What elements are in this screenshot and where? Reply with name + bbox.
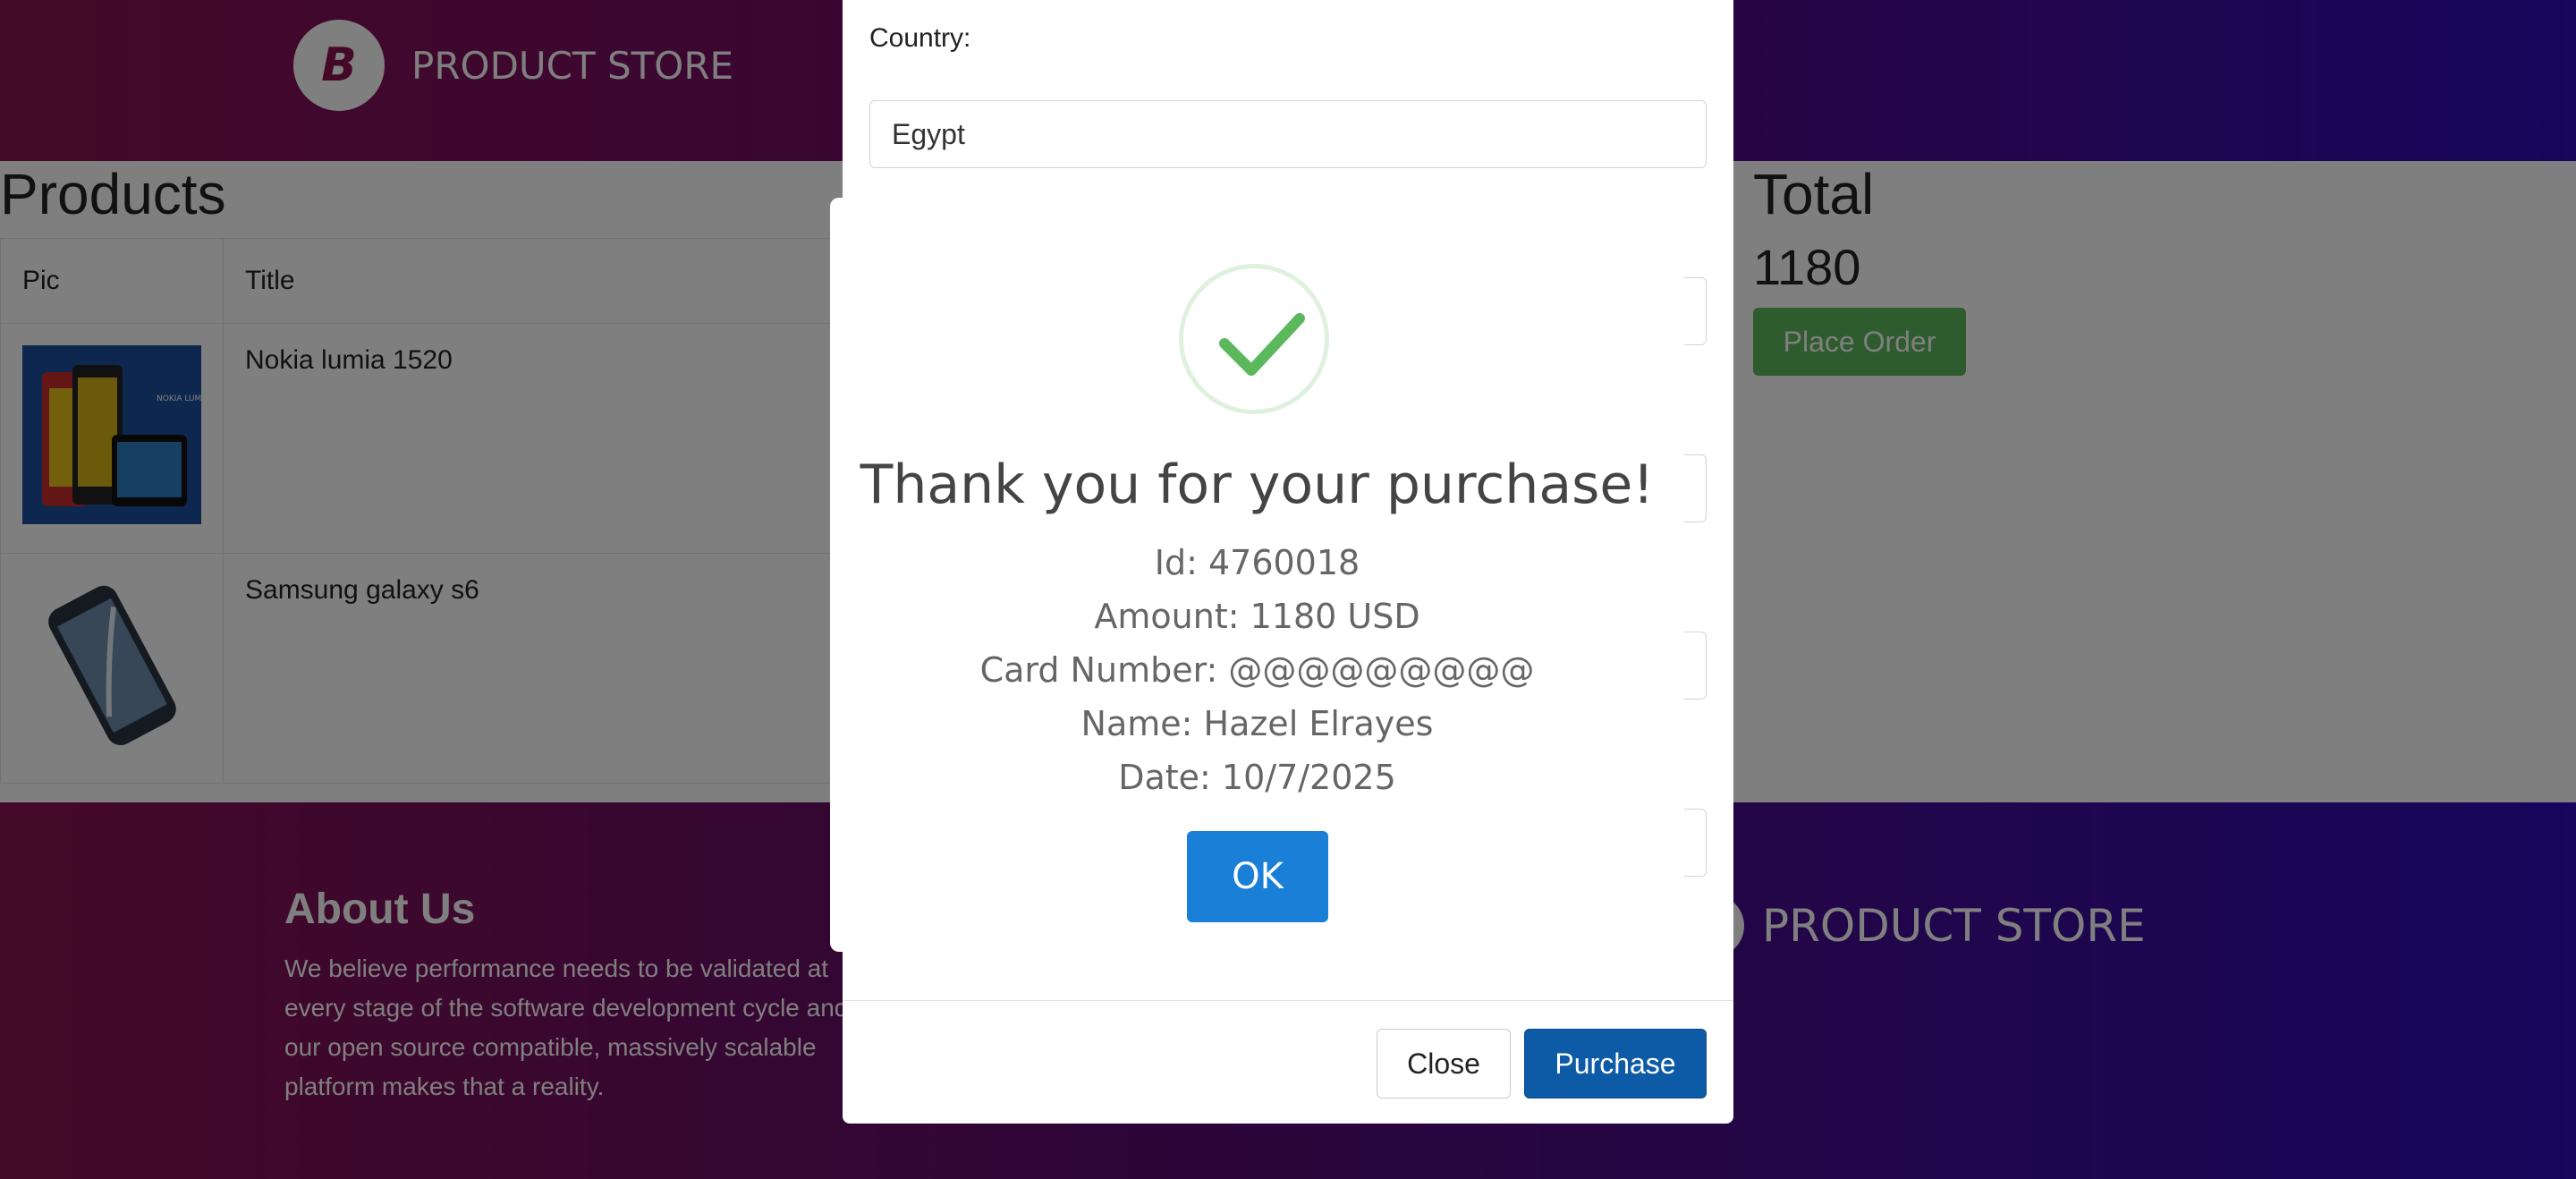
country-label: Country: bbox=[869, 23, 971, 53]
country-input[interactable] bbox=[869, 100, 1707, 168]
close-button[interactable]: Close bbox=[1377, 1029, 1511, 1098]
confirmation-details: Id: 4760018 Amount: 1180 USD Card Number… bbox=[830, 536, 1684, 804]
amount-line: Amount: 1180 USD bbox=[1094, 597, 1420, 636]
purchase-button[interactable]: Purchase bbox=[1524, 1029, 1707, 1098]
ok-button[interactable]: OK bbox=[1187, 831, 1328, 922]
modal-footer-divider bbox=[843, 1000, 1733, 1001]
card-number-line: Card Number: @@@@@@@@@ bbox=[979, 650, 1535, 690]
name-line: Name: Hazel Elrayes bbox=[1080, 704, 1434, 743]
order-id-line: Id: 4760018 bbox=[1154, 543, 1360, 582]
success-circle bbox=[1179, 264, 1329, 414]
purchase-confirmation-dialog: Thank you for your purchase! Id: 4760018… bbox=[830, 198, 1684, 952]
confirmation-title: Thank you for your purchase! bbox=[860, 454, 1655, 516]
checkmark-icon bbox=[1219, 313, 1305, 376]
date-line: Date: 10/7/2025 bbox=[1118, 758, 1396, 797]
